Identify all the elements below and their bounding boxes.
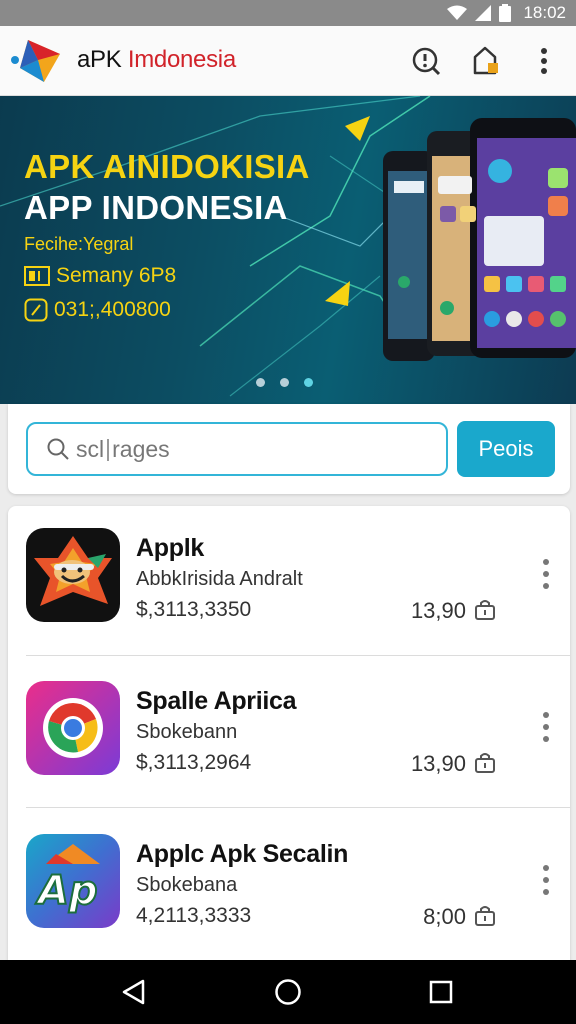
search-text: scl rages <box>76 436 170 463</box>
status-bar: 18:02 <box>0 0 576 26</box>
app-price: $,3113,2964 <box>136 751 252 774</box>
svg-text:Ap: Ap <box>35 868 98 914</box>
search-card: scl rages Peois <box>8 404 570 494</box>
carousel-indicator[interactable] <box>256 378 313 387</box>
overflow-menu-button[interactable] <box>526 43 562 79</box>
search-text-part1: scl <box>76 435 105 462</box>
app-title: aPK Imdonesia <box>77 46 236 74</box>
info-button[interactable] <box>408 43 444 79</box>
list-item[interactable]: Ap Applc Apk Secalin Sbokebana 4,2113,33… <box>8 812 570 964</box>
more-vert-icon <box>541 48 547 74</box>
battery-icon <box>499 4 512 22</box>
system-nav-bar <box>0 960 576 1024</box>
search-button[interactable]: Peois <box>457 421 555 477</box>
promo-banner[interactable]: APK AINIDOKISIA APP INDONESIA Fecihe:Yeg… <box>0 96 576 404</box>
app-bar: aPK Imdonesia <box>0 26 576 96</box>
home-icon <box>275 979 301 1005</box>
storage-icon <box>24 266 50 286</box>
recents-icon <box>429 980 453 1004</box>
app-subtitle: Sbokebann <box>136 721 238 743</box>
app-rating: 13,90 <box>410 751 466 776</box>
app-name: Applk <box>136 534 204 562</box>
info-icon <box>412 47 441 76</box>
app-price: 4,2113,3333 <box>136 904 252 927</box>
app-subtitle: Sbokebana <box>136 874 238 896</box>
banner-line-1-text: Semany 6P8 <box>56 264 177 287</box>
search-text-part2: rages <box>112 435 170 462</box>
home-button[interactable] <box>270 974 306 1010</box>
share-icon <box>473 46 498 75</box>
carousel-dot[interactable] <box>256 378 265 387</box>
carousel-dot[interactable] <box>304 378 313 387</box>
app-name: Spalle Apriica <box>136 687 297 715</box>
clock: 18:02 <box>523 3 566 22</box>
wifi-icon <box>447 5 468 21</box>
app-rating: 13,90 <box>410 598 466 623</box>
more-vert-icon[interactable] <box>542 864 554 900</box>
app-title-part1: aPK <box>77 46 128 73</box>
app-logo-icon <box>10 38 66 84</box>
banner-headline-2: APP INDONESIA <box>24 189 288 226</box>
more-vert-icon[interactable] <box>542 711 554 747</box>
signal-icon <box>475 5 492 21</box>
app-price: $,3113,3350 <box>136 598 252 621</box>
divider <box>26 807 570 808</box>
recents-button[interactable] <box>423 974 459 1010</box>
phone-mockups <box>383 118 576 361</box>
share-button[interactable] <box>468 43 504 79</box>
banner-line-1: Semany 6P8 <box>24 264 176 288</box>
list-item[interactable]: Applk AbbkIrisida Andralt $,3113,3350 13… <box>8 506 570 658</box>
carousel-dot[interactable] <box>280 378 289 387</box>
app-icon <box>26 528 120 622</box>
banner-line-2-text: 031;,400800 <box>54 298 171 321</box>
banner-headline-1: APK AINIDOKISIA <box>24 148 310 185</box>
cart-icon[interactable] <box>474 599 496 621</box>
app-rating: 8;00 <box>423 904 466 929</box>
app-icon <box>26 681 120 775</box>
banner-line-2: 031;,400800 <box>24 298 171 322</box>
banner-subtitle: Fecihe:Yegral <box>24 234 134 254</box>
app-title-part2: Imdonesia <box>127 46 236 73</box>
clock-icon <box>24 298 48 322</box>
search-icon <box>47 438 69 460</box>
search-input[interactable]: scl rages <box>26 422 448 476</box>
app-icon: Ap <box>26 834 120 928</box>
divider <box>26 655 570 656</box>
list-item[interactable]: Spalle Apriica Sbokebann $,3113,2964 13,… <box>8 659 570 811</box>
app-subtitle: AbbkIrisida Andralt <box>136 568 303 590</box>
more-vert-icon[interactable] <box>542 558 554 594</box>
back-button[interactable] <box>116 974 152 1010</box>
app-list: Applk AbbkIrisida Andralt $,3113,3350 13… <box>8 506 570 966</box>
cart-icon[interactable] <box>474 752 496 774</box>
cart-icon[interactable] <box>474 905 496 927</box>
back-icon <box>122 979 145 1005</box>
app-name: Applc Apk Secalin <box>136 840 349 868</box>
